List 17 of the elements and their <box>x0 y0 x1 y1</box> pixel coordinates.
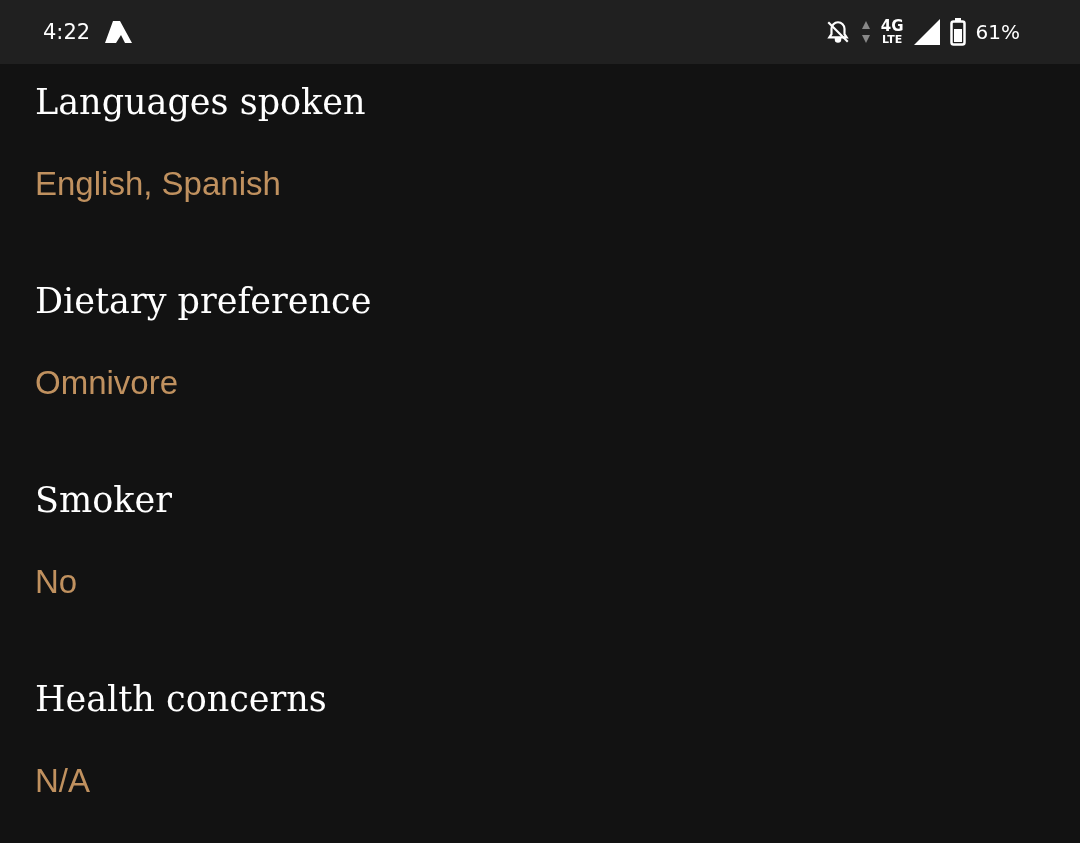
status-time: 4:22 <box>43 20 91 44</box>
network-type: 4G <box>880 19 904 34</box>
field-label: Smoker <box>35 479 172 522</box>
app-logo-icon <box>104 21 133 43</box>
network-subtype: LTE <box>882 34 903 45</box>
field-label: Health concerns <box>35 678 327 721</box>
field-label: Languages spoken <box>35 81 366 124</box>
signal-icon <box>913 19 940 45</box>
field-value: No <box>35 562 78 602</box>
field-value: N/A <box>35 761 90 801</box>
data-arrows-icon <box>860 20 871 44</box>
bell-off-icon <box>824 19 851 45</box>
battery-percent: 61% <box>975 20 1020 44</box>
field-value: Omnivore <box>35 363 179 403</box>
field-label: Dietary preference <box>35 280 372 323</box>
battery-icon <box>949 18 966 46</box>
field-value: English, Spanish <box>35 164 281 204</box>
